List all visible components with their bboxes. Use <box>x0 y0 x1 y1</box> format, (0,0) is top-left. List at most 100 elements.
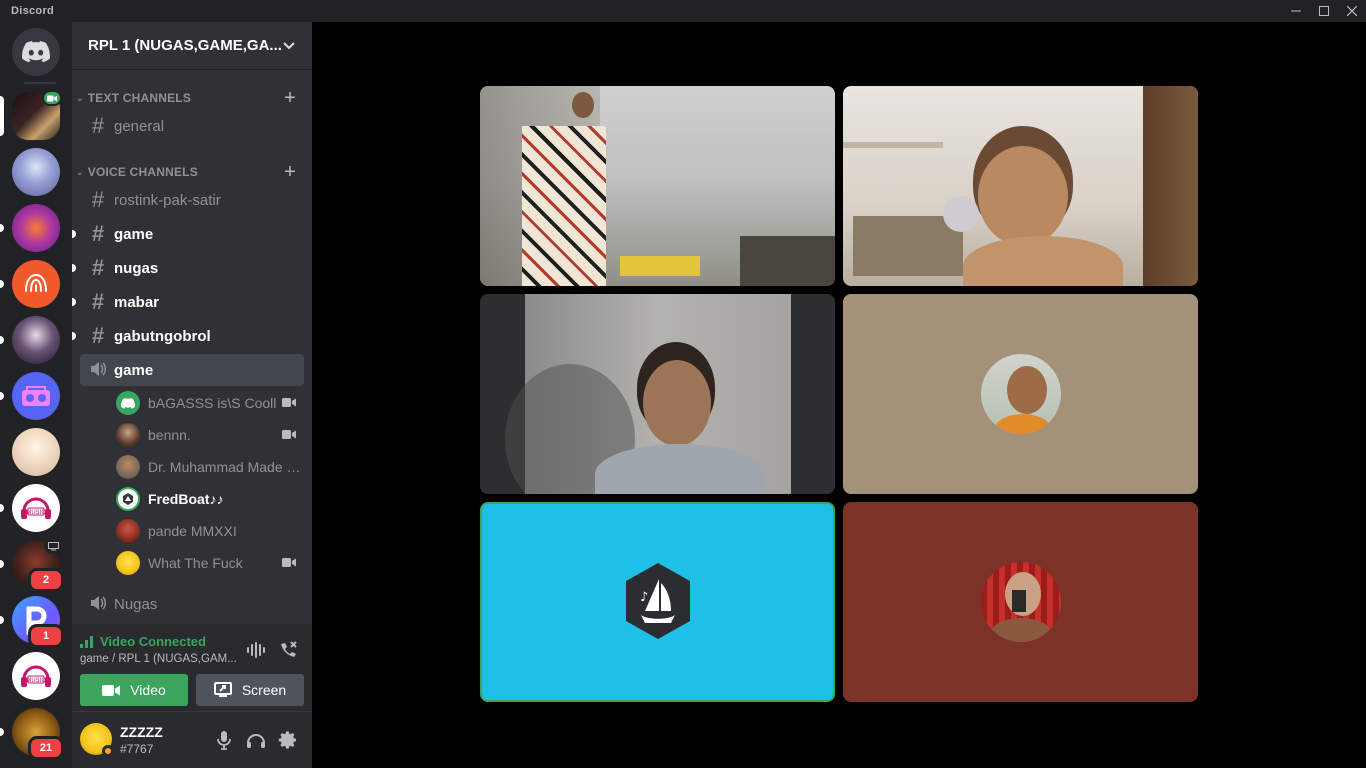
server-music-2[interactable]: MUSIC <box>12 652 60 700</box>
minimize-button[interactable] <box>1282 0 1310 22</box>
thread-channel-icon: # <box>91 221 105 246</box>
camera-icon <box>282 398 296 407</box>
server-rail: MUSIC 2 1 MUSIC 21 <box>0 22 72 768</box>
voice-user-name: Dr. Muhammad Made m... <box>148 459 302 475</box>
minimize-icon <box>1291 10 1301 12</box>
unread-indicator <box>72 298 76 306</box>
server-5[interactable] <box>0 316 60 364</box>
disconnect-button[interactable] <box>276 638 300 662</box>
guild-header[interactable]: RPL 1 (NUGAS,GAME,GA... <box>72 22 312 70</box>
deafen-button[interactable] <box>242 726 270 754</box>
server-6[interactable] <box>0 372 60 420</box>
maximize-button[interactable] <box>1310 0 1338 22</box>
video-button[interactable]: Video <box>80 674 188 706</box>
avatar <box>116 391 140 415</box>
video-tile[interactable] <box>480 86 835 286</box>
text-channel-icon: # <box>91 187 105 212</box>
voice-user[interactable]: Dr. Muhammad Made m... <box>116 452 304 482</box>
screen-share-icon <box>44 538 62 554</box>
server-3[interactable] <box>0 204 60 252</box>
screen-button-label: Screen <box>241 682 287 698</box>
voice-user-name: bennn. <box>148 427 191 443</box>
video-tile[interactable] <box>843 86 1198 286</box>
video-tile-camera-off[interactable] <box>843 294 1198 494</box>
guild-name: RPL 1 (NUGAS,GAME,GA... <box>88 37 282 54</box>
blanket <box>522 126 606 286</box>
chevron-down-icon: ⌄ <box>76 92 84 103</box>
mention-badge: 21 <box>28 736 64 760</box>
voice-user[interactable]: bennn. <box>116 420 304 450</box>
chevron-down-icon <box>283 41 295 49</box>
close-button[interactable] <box>1338 0 1366 22</box>
voice-channel-nugas[interactable]: Nugas <box>80 588 304 620</box>
home-button[interactable] <box>12 28 60 76</box>
channel-label: game <box>114 361 154 379</box>
category-label: TEXT CHANNELS <box>87 91 192 105</box>
voice-user-name: FredBoat♪♪ <box>148 491 224 507</box>
server-7[interactable] <box>12 428 60 476</box>
voice-location[interactable]: game / RPL 1 (NUGAS,GAM... <box>80 653 237 665</box>
avatar <box>116 423 140 447</box>
voice-channel-game[interactable]: game <box>80 354 304 386</box>
voice-connection-panel: Video Connected game / RPL 1 (NUGAS,GAM.… <box>72 624 312 712</box>
fredboat-logo-icon: ♪ <box>623 561 693 641</box>
mention-badge: 2 <box>28 568 64 592</box>
video-tile-camera-off[interactable] <box>843 502 1198 702</box>
video-grid: ♪ <box>312 22 1366 768</box>
channel-gabutngobrol[interactable]: # gabutngobrol <box>80 320 304 352</box>
category-voice-channels[interactable]: ⌄ VOICE CHANNELS + <box>72 161 312 184</box>
server-10[interactable]: 2 <box>0 538 64 592</box>
screen-share-button[interactable]: Screen <box>196 674 304 706</box>
voice-user[interactable]: pande MMXXI <box>116 516 304 546</box>
voice-user[interactable]: What The Fuck <box>116 548 304 578</box>
voice-user-name: What The Fuck <box>148 555 243 571</box>
channel-label: nugas <box>114 259 159 277</box>
maximize-icon <box>1319 6 1329 16</box>
server-11[interactable]: 1 <box>0 596 64 648</box>
camera-icon <box>282 430 296 439</box>
channel-label: game <box>114 225 154 243</box>
music-headphones-icon: MUSIC <box>21 665 51 687</box>
status-idle-icon <box>102 745 114 757</box>
channel-general[interactable]: # general <box>80 110 304 142</box>
noise-suppression-button[interactable] <box>244 638 268 662</box>
title-bar: Discord <box>0 0 1366 22</box>
text-channel-icon: # <box>91 255 105 280</box>
avatar <box>116 455 140 479</box>
server-2[interactable] <box>12 148 60 196</box>
server-4[interactable] <box>0 260 60 308</box>
channel-nugas[interactable]: # nugas <box>80 252 304 284</box>
username: ZZZZZ <box>120 724 163 740</box>
add-channel-icon[interactable]: + <box>284 87 296 110</box>
video-tile[interactable] <box>480 294 835 494</box>
mention-badge: 1 <box>28 624 64 648</box>
screen-share-icon <box>213 682 232 697</box>
server-music-1[interactable]: MUSIC <box>0 484 60 532</box>
video-button-label: Video <box>130 682 166 698</box>
app-title: Discord <box>11 5 55 17</box>
category-text-channels[interactable]: ⌄ TEXT CHANNELS + <box>72 87 312 110</box>
discord-window: Discord MUSIC 2 1 MUSIC 21 RPL 1 (NUGAS,… <box>0 0 1366 768</box>
user-settings-button[interactable] <box>274 726 302 754</box>
category-label: VOICE CHANNELS <box>87 165 198 179</box>
channel-game-text[interactable]: # game <box>80 218 304 250</box>
video-tile-fredboat[interactable]: ♪ <box>480 502 835 702</box>
channel-label: rostink-pak-satir <box>114 191 221 209</box>
avatar <box>116 487 140 511</box>
channel-mabar[interactable]: # mabar <box>80 286 304 318</box>
video-active-icon <box>42 90 62 106</box>
voice-user[interactable]: FredBoat♪♪ <box>116 484 304 514</box>
server-rpl1[interactable] <box>0 90 62 140</box>
server-13[interactable]: 21 <box>0 708 64 760</box>
rail-separator <box>24 82 56 84</box>
mute-button[interactable] <box>210 726 238 754</box>
voice-user[interactable]: bAGASSS is\S Cooll <box>116 388 304 418</box>
user-avatar[interactable] <box>80 723 114 757</box>
participant-avatar <box>981 354 1061 434</box>
channel-rostink-pak-satir[interactable]: # rostink-pak-satir <box>80 184 304 216</box>
gear-icon <box>278 731 296 749</box>
headphones-icon <box>247 734 265 748</box>
unread-indicator <box>72 230 76 238</box>
add-channel-icon[interactable]: + <box>284 161 296 184</box>
channel-label: gabutngobrol <box>114 327 211 345</box>
